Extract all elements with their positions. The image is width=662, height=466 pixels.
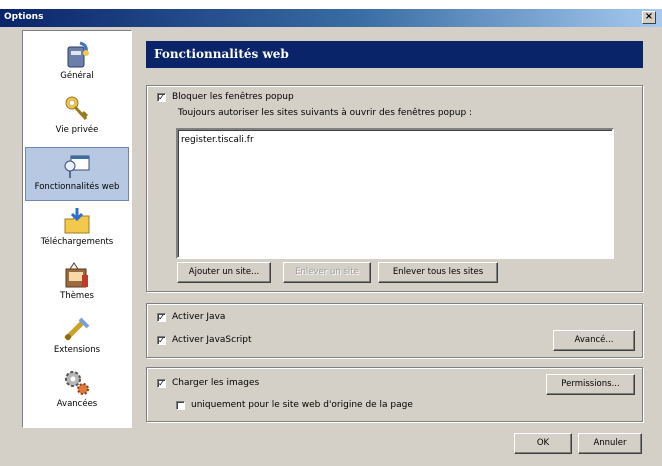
sidebar-item-downloads[interactable]: Téléchargements (25, 203, 129, 255)
title-bar: Options × (0, 9, 662, 27)
sidebar-item-advanced[interactable]: Avancées (25, 365, 129, 417)
category-sidebar: Général Vie privée Fonctionnalités web T… (22, 30, 132, 428)
window-title: Options (4, 12, 44, 22)
sidebar-item-label: Général (60, 71, 94, 81)
sidebar-item-privacy[interactable]: Vie privée (25, 91, 129, 143)
sidebar-item-themes[interactable]: Thèmes (25, 257, 129, 309)
allowed-sites-list[interactable]: register.tiscali.fr (176, 128, 614, 259)
page-title: Fonctionnalités web (146, 41, 643, 68)
extensions-icon (64, 317, 90, 341)
sidebar-item-label: Thèmes (60, 291, 94, 301)
sidebar-item-label: Fonctionnalités web (34, 182, 120, 192)
enable-java-label: Activer Java (172, 312, 226, 322)
enable-java-checkbox[interactable]: ✓ (157, 313, 166, 322)
advanced-gears-icon (65, 371, 89, 395)
sidebar-item-label: Téléchargements (40, 237, 114, 247)
key-icon (65, 96, 89, 121)
remove-site-button[interactable]: Enlever un site (283, 262, 371, 283)
list-item[interactable]: register.tiscali.fr (181, 135, 254, 145)
sidebar-item-label: Avancées (56, 399, 98, 409)
close-button[interactable]: × (642, 11, 656, 24)
advanced-button[interactable]: Avancé... (553, 330, 635, 351)
origin-only-checkbox[interactable] (176, 401, 185, 410)
sidebar-item-label: Extensions (53, 345, 101, 355)
add-site-button[interactable]: Ajouter un site... (177, 262, 271, 283)
origin-only-label: uniquement pour le site web d'origine de… (191, 400, 413, 410)
cancel-button[interactable]: Annuler (578, 433, 642, 454)
sidebar-item-extensions[interactable]: Extensions (25, 311, 129, 363)
remove-all-sites-button[interactable]: Enlever tous les sites (378, 262, 498, 283)
block-popups-checkbox[interactable]: ✓ (157, 93, 166, 102)
enable-javascript-label: Activer JavaScript (172, 335, 252, 345)
enable-javascript-checkbox[interactable]: ✓ (157, 336, 166, 345)
sidebar-item-label: Vie privée (55, 125, 99, 135)
web-features-icon (64, 155, 90, 178)
themes-icon (65, 262, 88, 288)
load-images-checkbox[interactable]: ✓ (157, 379, 166, 388)
ok-button[interactable]: OK (514, 433, 572, 454)
allow-sites-text: Toujours autoriser les sites suivants à … (178, 108, 473, 118)
permissions-button[interactable]: Permissions... (546, 374, 635, 395)
sidebar-item-web-features[interactable]: Fonctionnalités web (25, 147, 129, 201)
downloads-folder-icon (64, 208, 90, 234)
block-popups-label: Bloquer les fenêtres popup (172, 92, 294, 102)
load-images-label: Charger les images (172, 378, 260, 388)
sidebar-item-general[interactable]: Général (25, 37, 129, 89)
general-icon (67, 41, 89, 68)
